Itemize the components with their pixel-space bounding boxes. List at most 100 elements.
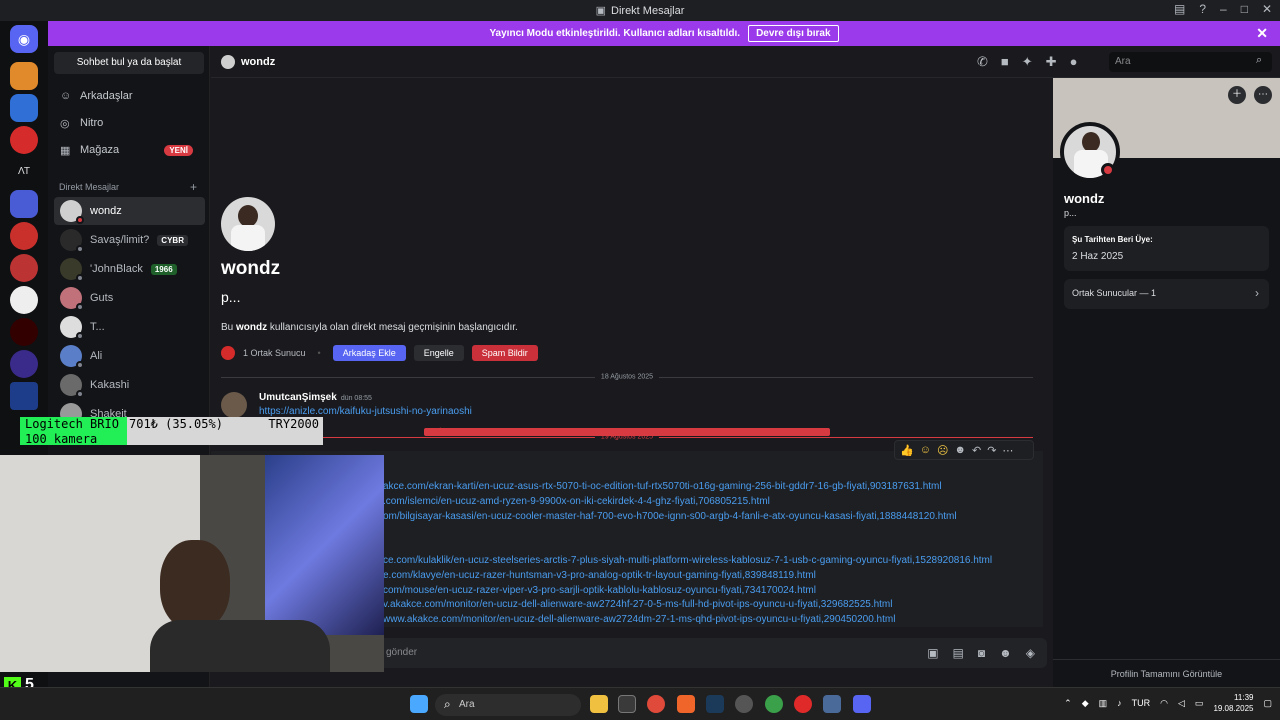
volume-icon[interactable]: ◁: [1178, 698, 1185, 709]
server-icon[interactable]: [10, 222, 38, 250]
notification-icon[interactable]: ▢: [1263, 698, 1272, 709]
report-spam-button[interactable]: Spam Bildir: [471, 345, 538, 361]
message-author[interactable]: UmutcanŞimşek dün 08:55: [259, 392, 372, 403]
mutual-server-count[interactable]: 1 Ortak Sunucu: [243, 348, 306, 358]
message-link[interactable]: .com/islemci/en-ucuz-amd-ryzen-9-9900x-o…: [383, 496, 770, 507]
forward-icon[interactable]: ↷: [987, 444, 996, 457]
emoji-icon[interactable]: ☻: [999, 646, 1012, 660]
smile-icon[interactable]: ☺: [920, 444, 931, 456]
tray-app-icon[interactable]: ▥: [1099, 698, 1108, 709]
chat-header: wondz ✆ ■ ✦ ✚ ● Ara ⌕: [211, 46, 1280, 78]
more-icon[interactable]: ⋯: [1254, 86, 1272, 104]
file-explorer-icon[interactable]: [590, 695, 608, 713]
steam-icon[interactable]: [706, 695, 724, 713]
webcam-person-body: [150, 620, 330, 672]
chevron-up-icon[interactable]: ⌃: [1064, 698, 1072, 709]
more-icon[interactable]: ⋯: [1002, 444, 1013, 457]
pin-icon[interactable]: ✦: [1022, 54, 1033, 70]
search-input[interactable]: Ara: [1109, 52, 1272, 72]
video-call-icon[interactable]: ■: [1001, 54, 1009, 70]
shop-icon: ▦: [60, 145, 71, 157]
microphone-icon[interactable]: ♪: [1117, 698, 1122, 708]
server-icon[interactable]: ΛΤ: [10, 158, 38, 186]
mutual-servers-card[interactable]: Ortak Sunucular — 1 ›: [1064, 279, 1269, 309]
add-reaction-icon[interactable]: ☻: [954, 444, 966, 456]
server-icon[interactable]: [10, 350, 38, 378]
dm-item[interactable]: Savaş/limit? CYBR: [54, 226, 205, 254]
apps-icon[interactable]: ◈: [1026, 646, 1035, 660]
taskbar-search-input[interactable]: Ara: [435, 694, 581, 716]
system-tray: ⌃ ◆ ▥ ♪ TUR ◠ ◁ ▭ 11:39 19.08.2025 ▢: [1064, 692, 1272, 714]
brave-icon[interactable]: [677, 695, 695, 713]
dm-item[interactable]: 'JohnBlack 1966: [54, 255, 205, 283]
server-icon[interactable]: [10, 382, 38, 410]
new-messages-divider: 19 Ağustos 2025 YENİ: [221, 428, 1033, 441]
server-icon[interactable]: [10, 190, 38, 218]
sticker-icon[interactable]: ◙: [978, 646, 985, 660]
dm-item[interactable]: wondz: [54, 197, 205, 225]
app-icon[interactable]: [823, 695, 841, 713]
create-dm-icon[interactable]: +: [190, 180, 197, 194]
server-icon[interactable]: [10, 94, 38, 122]
app-icon[interactable]: [735, 695, 753, 713]
close-icon[interactable]: ✕: [1256, 25, 1268, 42]
store-icon[interactable]: [618, 695, 636, 713]
chrome-icon[interactable]: [647, 695, 665, 713]
discord-taskbar-icon[interactable]: [853, 695, 871, 713]
block-button[interactable]: Engelle: [413, 345, 464, 361]
server-icon[interactable]: [10, 254, 38, 282]
goal-amount: 701₺ (35.05%): [129, 417, 223, 431]
find-conversation-button[interactable]: Sohbet bul ya da başlat: [54, 52, 204, 74]
chrome-icon[interactable]: [765, 695, 783, 713]
nav-friends[interactable]: ☺ Arkadaşlar: [60, 90, 133, 102]
server-icon[interactable]: [10, 62, 38, 90]
language-indicator[interactable]: TUR: [1132, 698, 1151, 708]
thumbs-up-icon[interactable]: 👍: [900, 444, 914, 457]
dm-item[interactable]: Kakashi: [54, 371, 205, 399]
view-full-profile-button[interactable]: Profilin Tamamını Görüntüle: [1053, 659, 1280, 687]
close-window-button[interactable]: ✕: [1262, 2, 1272, 16]
maximize-button[interactable]: □: [1241, 2, 1248, 16]
taskbar-clock[interactable]: 11:39 19.08.2025: [1213, 692, 1253, 714]
message-link[interactable]: ce.com/kulaklik/en-ucuz-steelseries-arct…: [383, 555, 992, 566]
sad-icon[interactable]: ☹: [937, 444, 948, 457]
message-link[interactable]: www.akakce.com/monitor/en-ucuz-dell-alie…: [383, 614, 895, 625]
voice-call-icon[interactable]: ✆: [977, 54, 988, 70]
server-icon[interactable]: [10, 318, 38, 346]
message-link[interactable]: om/bilgisayar-kasasi/en-ucuz-cooler-mast…: [383, 511, 957, 522]
dm-item[interactable]: Ali: [54, 342, 205, 370]
server-icon[interactable]: [10, 286, 38, 314]
message-link[interactable]: https://anizle.com/kaifuku-jutsushi-no-y…: [259, 406, 472, 417]
discord-home-icon[interactable]: ◉: [10, 25, 38, 53]
youtube-music-icon[interactable]: [794, 695, 812, 713]
disable-streamer-mode-button[interactable]: Devre dışı bırak: [748, 25, 839, 42]
server-icon: [221, 346, 235, 360]
minimize-button[interactable]: –: [1220, 2, 1227, 16]
windows-taskbar: Ara ⌕ ⌃ ◆ ▥ ♪ TUR ◠ ◁ ▭ 11:39 19.08.2025…: [0, 687, 1280, 720]
add-friend-icon[interactable]: ＋: [1228, 86, 1246, 104]
message-link[interactable]: v.akakce.com/monitor/en-ucuz-dell-alienw…: [383, 599, 893, 610]
server-icon[interactable]: [10, 126, 38, 154]
inbox-icon[interactable]: ▤: [1174, 2, 1185, 16]
help-icon[interactable]: ?: [1199, 2, 1206, 16]
tray-app-icon[interactable]: ◆: [1082, 698, 1089, 709]
add-friends-to-dm-icon[interactable]: ✚: [1046, 54, 1057, 70]
gif-icon[interactable]: ▤: [953, 646, 964, 660]
message-link[interactable]: e.com/klavye/en-ucuz-razer-huntsman-v3-p…: [383, 570, 816, 581]
new-badge: YENİ: [164, 145, 193, 156]
dm-item[interactable]: Guts: [54, 284, 205, 312]
gift-icon[interactable]: ▣: [927, 646, 938, 660]
message-link[interactable]: com/mouse/en-ucuz-razer-viper-v3-pro-sar…: [383, 585, 816, 596]
reply-icon[interactable]: ↶: [972, 444, 981, 457]
message-link[interactable]: akce.com/ekran-karti/en-ucuz-asus-rtx-50…: [383, 481, 942, 492]
dm-item[interactable]: T...: [54, 313, 205, 341]
windows-start-icon[interactable]: [410, 695, 428, 713]
wifi-icon[interactable]: ◠: [1160, 698, 1168, 709]
add-friend-button[interactable]: Arkadaş Ekle: [332, 345, 406, 361]
user-profile-icon[interactable]: ●: [1070, 54, 1078, 70]
chat-header-user[interactable]: wondz: [221, 54, 275, 69]
date-divider: 18 Ağustos 2025: [221, 373, 1033, 381]
nav-nitro[interactable]: ◎ Nitro: [60, 117, 103, 130]
battery-icon[interactable]: ▭: [1195, 698, 1204, 709]
avatar[interactable]: [221, 392, 247, 418]
